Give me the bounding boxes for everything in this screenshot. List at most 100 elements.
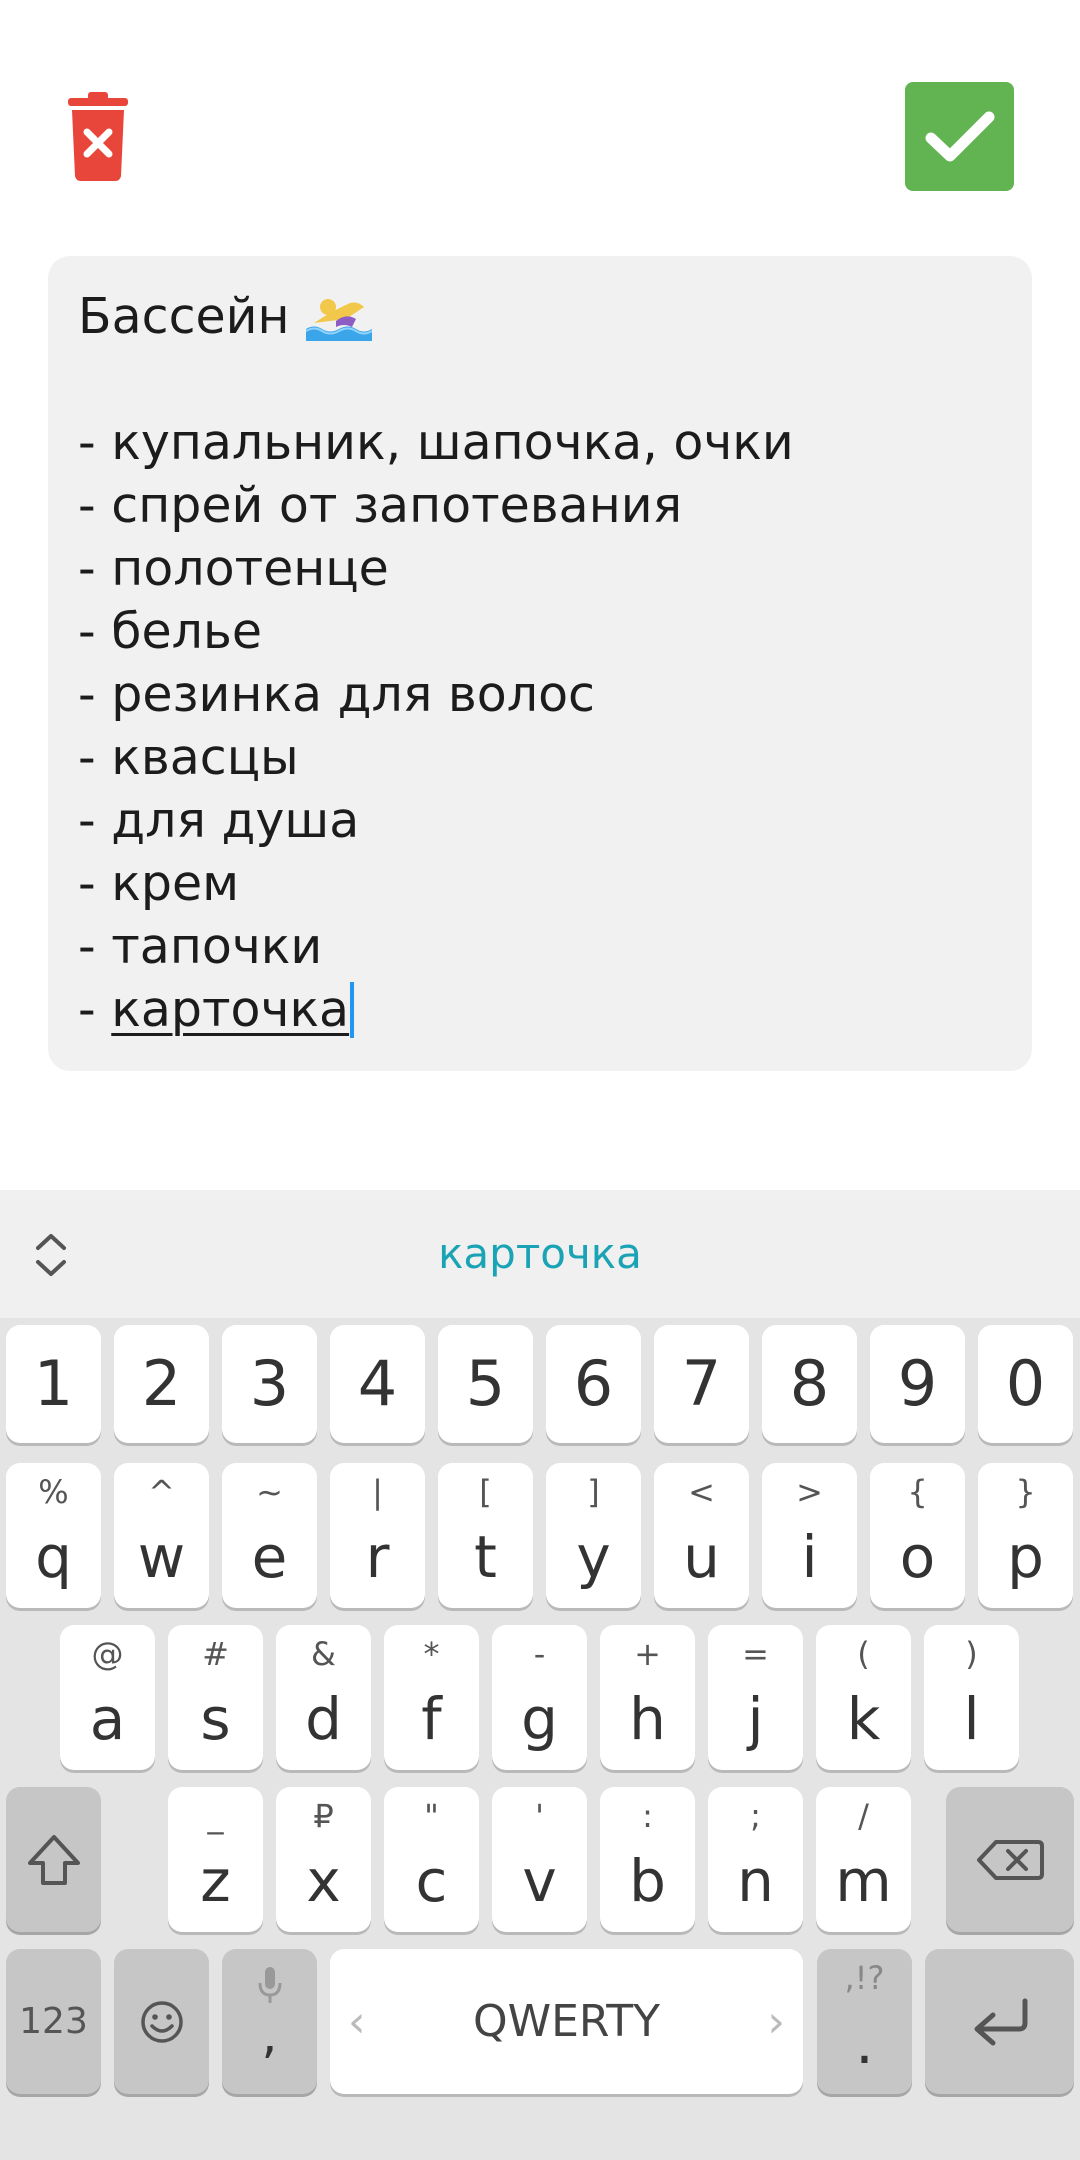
confirm-button[interactable] xyxy=(905,82,1014,191)
key-h[interactable]: + h xyxy=(600,1625,695,1770)
list-item: - спрей от запотевания xyxy=(78,477,683,534)
backspace-key[interactable] xyxy=(946,1787,1074,1932)
key-hint: / xyxy=(858,1797,869,1835)
key-y[interactable]: ] y xyxy=(546,1463,641,1608)
period-key[interactable]: ,!?. xyxy=(817,1949,912,2094)
numbers-key[interactable]: 123 xyxy=(6,1949,101,2094)
keyboard: карточка 1 2 3 4 5 6 7 8 9 0% q ^ w ~ e | r[t] y < u > i{o} p @… xyxy=(0,1190,1080,2160)
key-r[interactable]: | r xyxy=(330,1463,425,1608)
suggestion-word[interactable]: карточка xyxy=(330,1214,750,1294)
key-1[interactable]: 1 xyxy=(6,1325,101,1443)
key-label: f xyxy=(421,1685,442,1753)
key-3[interactable]: 3 xyxy=(222,1325,317,1443)
key-label: b xyxy=(629,1847,666,1915)
key-hint: ^ xyxy=(148,1473,175,1511)
delete-button[interactable] xyxy=(62,92,134,182)
key-label: . xyxy=(855,2009,874,2077)
key-z[interactable]: _ z xyxy=(168,1787,263,1932)
key-label: , xyxy=(261,2006,278,2064)
key-n[interactable]: ; n xyxy=(708,1787,803,1932)
key-label: 123 xyxy=(19,2000,88,2042)
emoji-key[interactable] xyxy=(114,1949,209,2094)
key-label: s xyxy=(200,1685,231,1753)
shift-icon xyxy=(27,1834,80,1885)
key-s[interactable]: # s xyxy=(168,1625,263,1770)
key-m[interactable]: / m xyxy=(816,1787,911,1932)
key-8[interactable]: 8 xyxy=(762,1325,857,1443)
key-f[interactable]: * f xyxy=(384,1625,479,1770)
key-hint: % xyxy=(38,1473,69,1511)
key-c[interactable]: " c xyxy=(384,1787,479,1932)
list-item: - квасцы xyxy=(78,729,299,786)
key-o[interactable]: {o xyxy=(870,1463,965,1608)
note-editor[interactable]: Бассейн - купальник, шапочка, очки - спр… xyxy=(48,256,1032,1071)
key-hint: | xyxy=(372,1473,383,1511)
key-label: o xyxy=(899,1523,936,1591)
key-hint: ) xyxy=(965,1635,978,1673)
key-4[interactable]: 4 xyxy=(330,1325,425,1443)
key-label: 3 xyxy=(249,1347,290,1420)
key-hint: - xyxy=(533,1635,546,1673)
key-2[interactable]: 2 xyxy=(114,1325,209,1443)
comma-key[interactable]: , xyxy=(222,1949,317,2094)
key-label: i xyxy=(801,1523,818,1591)
composing-word: карточка xyxy=(111,981,350,1038)
list-item: - белье xyxy=(78,603,262,660)
enter-key[interactable] xyxy=(925,1949,1074,2094)
language-prev-icon: ‹ xyxy=(348,1996,366,2047)
trash-icon xyxy=(68,92,128,181)
key-label: j xyxy=(747,1685,764,1753)
key-hint: " xyxy=(424,1797,439,1835)
key-x[interactable]: ₽ x xyxy=(276,1787,371,1932)
key-0[interactable]: 0 xyxy=(978,1325,1073,1443)
space-key[interactable]: QWERTY ‹ › xyxy=(330,1949,803,2094)
list-item: - полотенце xyxy=(78,540,389,597)
key-u[interactable]: < u xyxy=(654,1463,749,1608)
key-6[interactable]: 6 xyxy=(546,1325,641,1443)
list-item: - тапочки xyxy=(78,918,323,975)
checkmark-icon xyxy=(925,111,994,161)
list-item-active: - карточка xyxy=(78,978,1008,1041)
key-q[interactable]: % q xyxy=(6,1463,101,1608)
key-label: r xyxy=(365,1523,390,1591)
key-label: y xyxy=(576,1523,611,1591)
shift-key[interactable] xyxy=(6,1787,101,1932)
key-7[interactable]: 7 xyxy=(654,1325,749,1443)
expand-toggle-icon[interactable] xyxy=(28,1230,74,1280)
key-label: l xyxy=(963,1685,980,1753)
key-hint: * xyxy=(423,1635,440,1673)
key-l[interactable]: ) l xyxy=(924,1625,1019,1770)
key-w[interactable]: ^ w xyxy=(114,1463,209,1608)
key-g[interactable]: -g xyxy=(492,1625,587,1770)
list-item: - крем xyxy=(78,855,240,912)
note-title: Бассейн xyxy=(78,288,290,345)
key-a[interactable]: @ a xyxy=(60,1625,155,1770)
key-v[interactable]: ' v xyxy=(492,1787,587,1932)
key-k[interactable]: (k xyxy=(816,1625,911,1770)
key-e[interactable]: ~ e xyxy=(222,1463,317,1608)
key-hint: < xyxy=(688,1473,715,1511)
key-hint: ,!? xyxy=(844,1959,885,1997)
list-prefix: - xyxy=(78,981,112,1038)
key-label: 2 xyxy=(141,1347,182,1420)
key-label: m xyxy=(835,1847,892,1915)
list-item: - резинка для волос xyxy=(78,666,595,723)
key-label: h xyxy=(629,1685,666,1753)
key-hint: ] xyxy=(587,1473,600,1511)
key-b[interactable]: :b xyxy=(600,1787,695,1932)
key-d[interactable]: & d xyxy=(276,1625,371,1770)
key-label: 5 xyxy=(465,1347,506,1420)
key-hint: & xyxy=(311,1635,336,1673)
key-label: QWERTY xyxy=(472,1995,661,2047)
key-hint: ' xyxy=(535,1797,544,1835)
key-j[interactable]: = j xyxy=(708,1625,803,1770)
key-t[interactable]: [t xyxy=(438,1463,533,1608)
key-p[interactable]: } p xyxy=(978,1463,1073,1608)
key-i[interactable]: > i xyxy=(762,1463,857,1608)
note-text[interactable]: Бассейн - купальник, шапочка, очки - спр… xyxy=(78,285,1008,1041)
key-5[interactable]: 5 xyxy=(438,1325,533,1443)
key-label: 9 xyxy=(897,1347,938,1420)
key-label: n xyxy=(737,1847,774,1915)
key-9[interactable]: 9 xyxy=(870,1325,965,1443)
